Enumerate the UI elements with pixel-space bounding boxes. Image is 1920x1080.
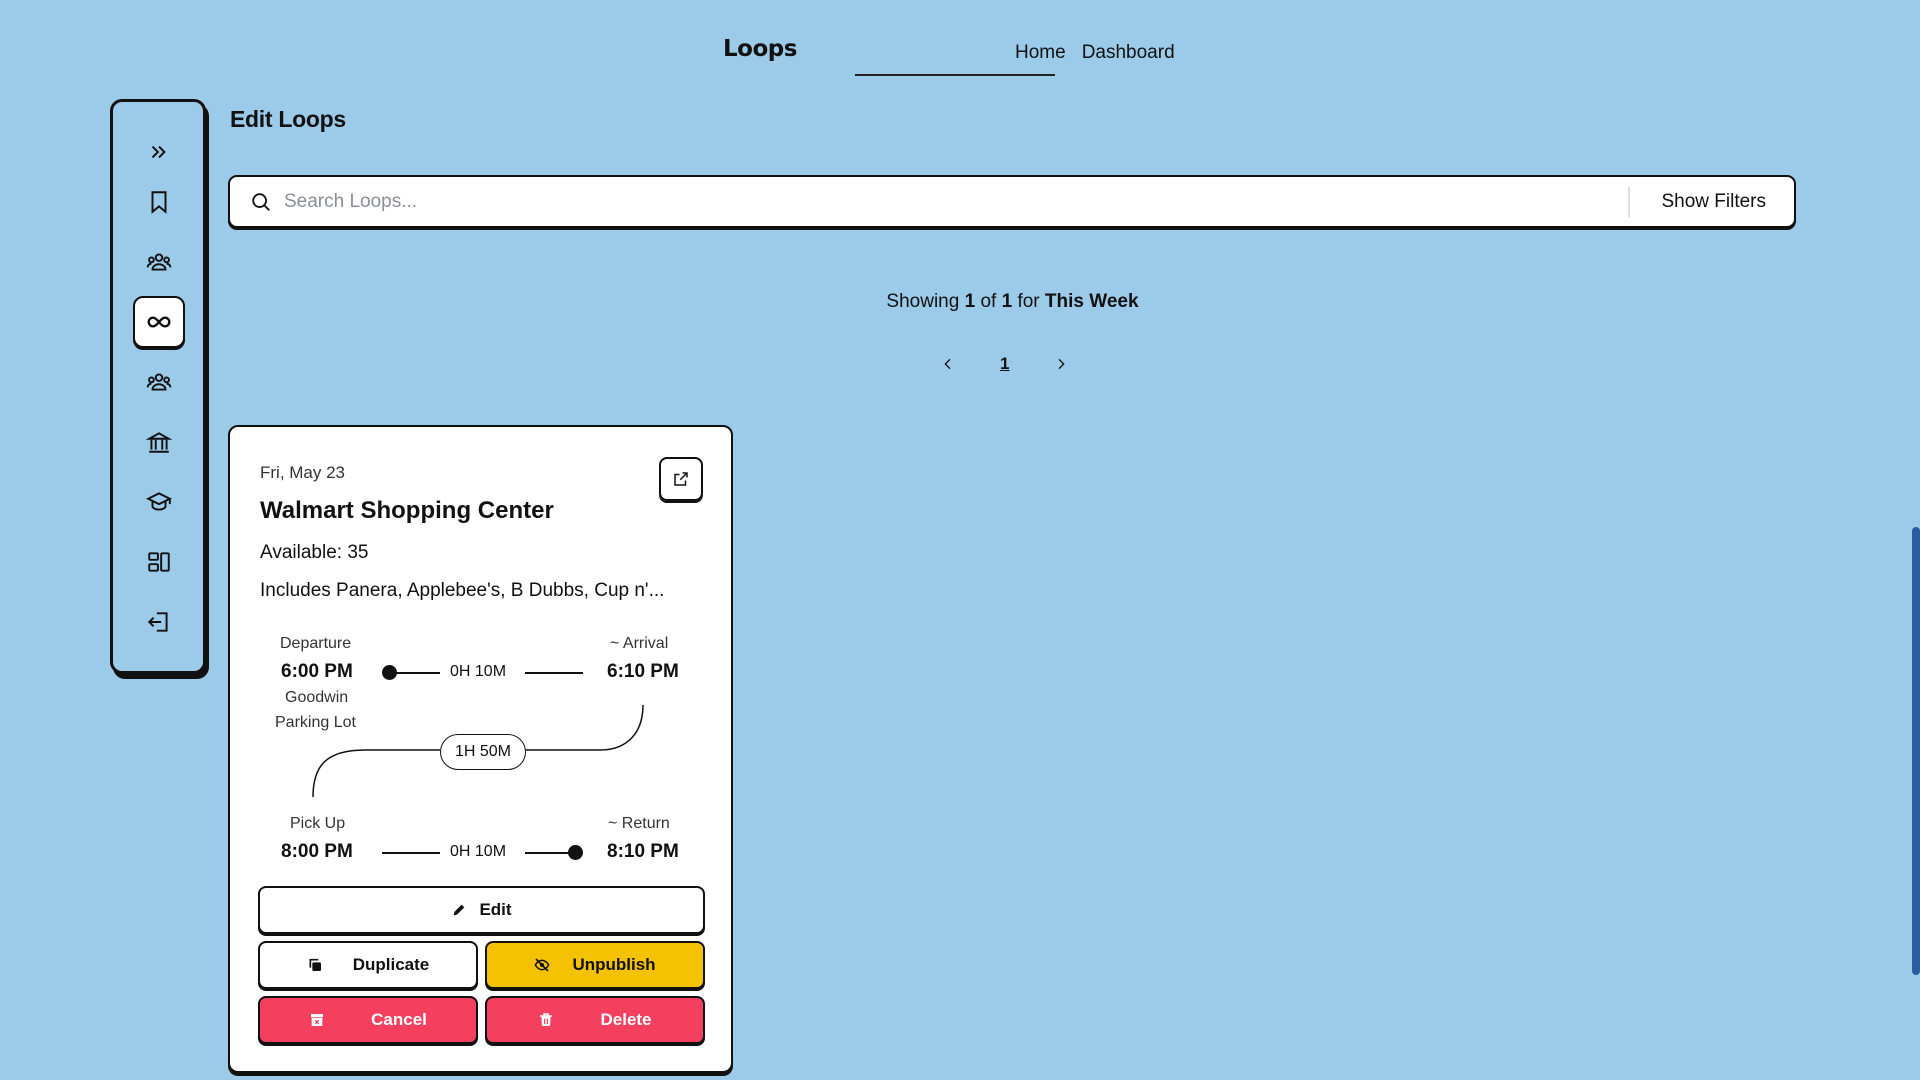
eye-off-icon	[534, 958, 550, 972]
return-duration: 0H 10M	[450, 843, 507, 860]
show-filters-button[interactable]: Show Filters	[1661, 191, 1766, 213]
copy-icon	[309, 958, 321, 971]
pagination: 1	[940, 354, 1069, 374]
stay-duration-pill: 1H 50M	[440, 734, 526, 770]
graduation-cap-icon	[146, 492, 172, 511]
sidebar-item-institutions[interactable]	[133, 416, 185, 468]
sidebar-item-groups[interactable]	[133, 236, 185, 288]
return-line-start	[382, 852, 440, 854]
chevron-right-icon[interactable]	[1053, 356, 1069, 372]
sidebar	[110, 99, 206, 674]
logout-icon	[147, 612, 168, 632]
page-scrollbar[interactable]	[1912, 527, 1920, 975]
nav-dashboard[interactable]: Dashboard	[1082, 42, 1175, 64]
nav-home[interactable]: Home	[1015, 42, 1066, 64]
loop-card: Fri, May 23 Walmart Shopping Center Avai…	[228, 425, 733, 1073]
page-number[interactable]: 1	[1000, 354, 1009, 374]
dashboard-icon	[148, 552, 170, 572]
nav-active-underline	[855, 74, 1055, 76]
users-group-icon	[146, 373, 172, 391]
trash-icon	[540, 1013, 553, 1026]
chevrons-right-icon	[151, 145, 166, 159]
pickup-label: Pick Up	[290, 815, 346, 832]
sidebar-item-dashboard[interactable]	[133, 536, 185, 588]
return-dot	[568, 845, 583, 860]
return-label: ~ Return	[608, 815, 670, 832]
app-logo[interactable]: Loops	[723, 36, 797, 62]
delete-button[interactable]: Delete	[485, 996, 705, 1044]
page-title: Edit Loops	[230, 106, 346, 132]
sidebar-item-users[interactable]	[133, 356, 185, 408]
sidebar-expand-button[interactable]	[133, 126, 185, 178]
bank-icon	[146, 432, 172, 453]
pickup-time: 8:00 PM	[281, 841, 353, 862]
duplicate-button[interactable]: Duplicate	[258, 941, 478, 989]
return-time: 8:10 PM	[607, 841, 679, 862]
search-divider	[1628, 187, 1630, 217]
pencil-icon	[454, 904, 465, 916]
top-nav: Home Dashboard	[1015, 42, 1175, 64]
users-icon	[146, 253, 172, 271]
bookmark-icon	[151, 191, 167, 214]
sidebar-item-schools[interactable]	[133, 476, 185, 528]
cancel-button[interactable]: Cancel	[258, 996, 478, 1044]
sidebar-item-logout[interactable]	[133, 596, 185, 648]
search-input[interactable]	[284, 187, 1584, 217]
chevron-left-icon[interactable]	[940, 356, 956, 372]
unpublish-button[interactable]: Unpublish	[485, 941, 705, 989]
search-bar: Show Filters	[228, 175, 1796, 228]
search-icon	[252, 193, 270, 211]
edit-button[interactable]: Edit	[258, 886, 705, 934]
sidebar-item-bookmarks[interactable]	[133, 176, 185, 228]
archive-x-icon	[311, 1014, 324, 1026]
results-summary: Showing 1 of 1 for This Week	[886, 291, 1139, 312]
